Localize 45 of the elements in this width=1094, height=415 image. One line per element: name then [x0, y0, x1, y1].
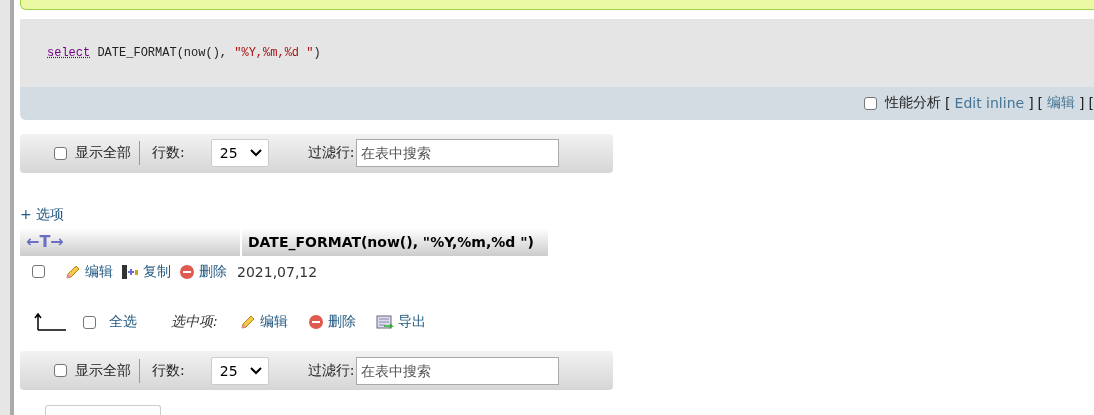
rows-select[interactable]: 25	[210, 356, 269, 385]
chevron-down-icon	[249, 366, 262, 375]
rows-select[interactable]: 25	[210, 139, 269, 168]
pencil-icon	[239, 314, 256, 331]
search-field[interactable]: 在表中搜索	[356, 139, 560, 168]
minus-circle-icon	[179, 263, 195, 280]
row-action-link[interactable]: 复制	[121, 262, 171, 281]
select-all-link[interactable]: 全选	[109, 313, 137, 332]
bulk-action-link[interactable]: 删除	[307, 313, 356, 332]
copy-icon	[121, 263, 139, 280]
checkbox[interactable]	[83, 315, 96, 329]
search-field[interactable]: 在表中搜索	[356, 356, 560, 385]
checkbox[interactable]	[54, 146, 67, 160]
with-selected-label: 选中项:	[171, 313, 218, 332]
profiling-label: 性能分析	[885, 94, 942, 113]
sql-code: select DATE_FORMAT(now(), "%Y,%m,%d ")	[20, 18, 1094, 88]
rows-label: 行数:	[152, 361, 185, 380]
table-cell: 2021,07,12	[237, 263, 318, 280]
checkbox[interactable]	[864, 96, 878, 110]
minus-circle-icon	[307, 314, 324, 331]
row-action-link[interactable]: 编辑	[65, 262, 113, 281]
arrow-up-icon	[34, 312, 68, 333]
filter-label: 过滤行:	[307, 361, 355, 380]
options-link[interactable]: + 选项	[20, 205, 1094, 224]
query-link[interactable]: 编辑	[1047, 94, 1076, 113]
export-icon	[375, 314, 394, 331]
row-action-link[interactable]: 删除	[179, 262, 227, 281]
filter-label: 过滤行:	[307, 144, 355, 163]
query-link[interactable]: Edit inline	[954, 95, 1025, 112]
bulk-action-link[interactable]: 导出	[375, 313, 426, 332]
rows-label: 行数:	[152, 144, 185, 163]
column-header[interactable]: DATE_FORMAT(now(), "%Y,%m,%d ")	[242, 227, 548, 256]
pencil-icon	[65, 263, 81, 280]
column-arrows[interactable]: ←T→	[26, 232, 64, 252]
bracket: [	[1088, 95, 1094, 112]
bracket: ]	[1028, 95, 1034, 112]
show-all-label: 显示全部	[75, 361, 131, 380]
checkbox[interactable]	[54, 364, 67, 378]
chevron-down-icon	[249, 149, 262, 158]
bracket: [	[945, 95, 951, 112]
bracket: ]	[1079, 95, 1085, 112]
show-all-label: 显示全部	[75, 144, 131, 163]
bulk-action-link[interactable]: 编辑	[239, 313, 288, 332]
bracket: [	[1037, 95, 1044, 112]
checkbox[interactable]	[32, 265, 45, 279]
